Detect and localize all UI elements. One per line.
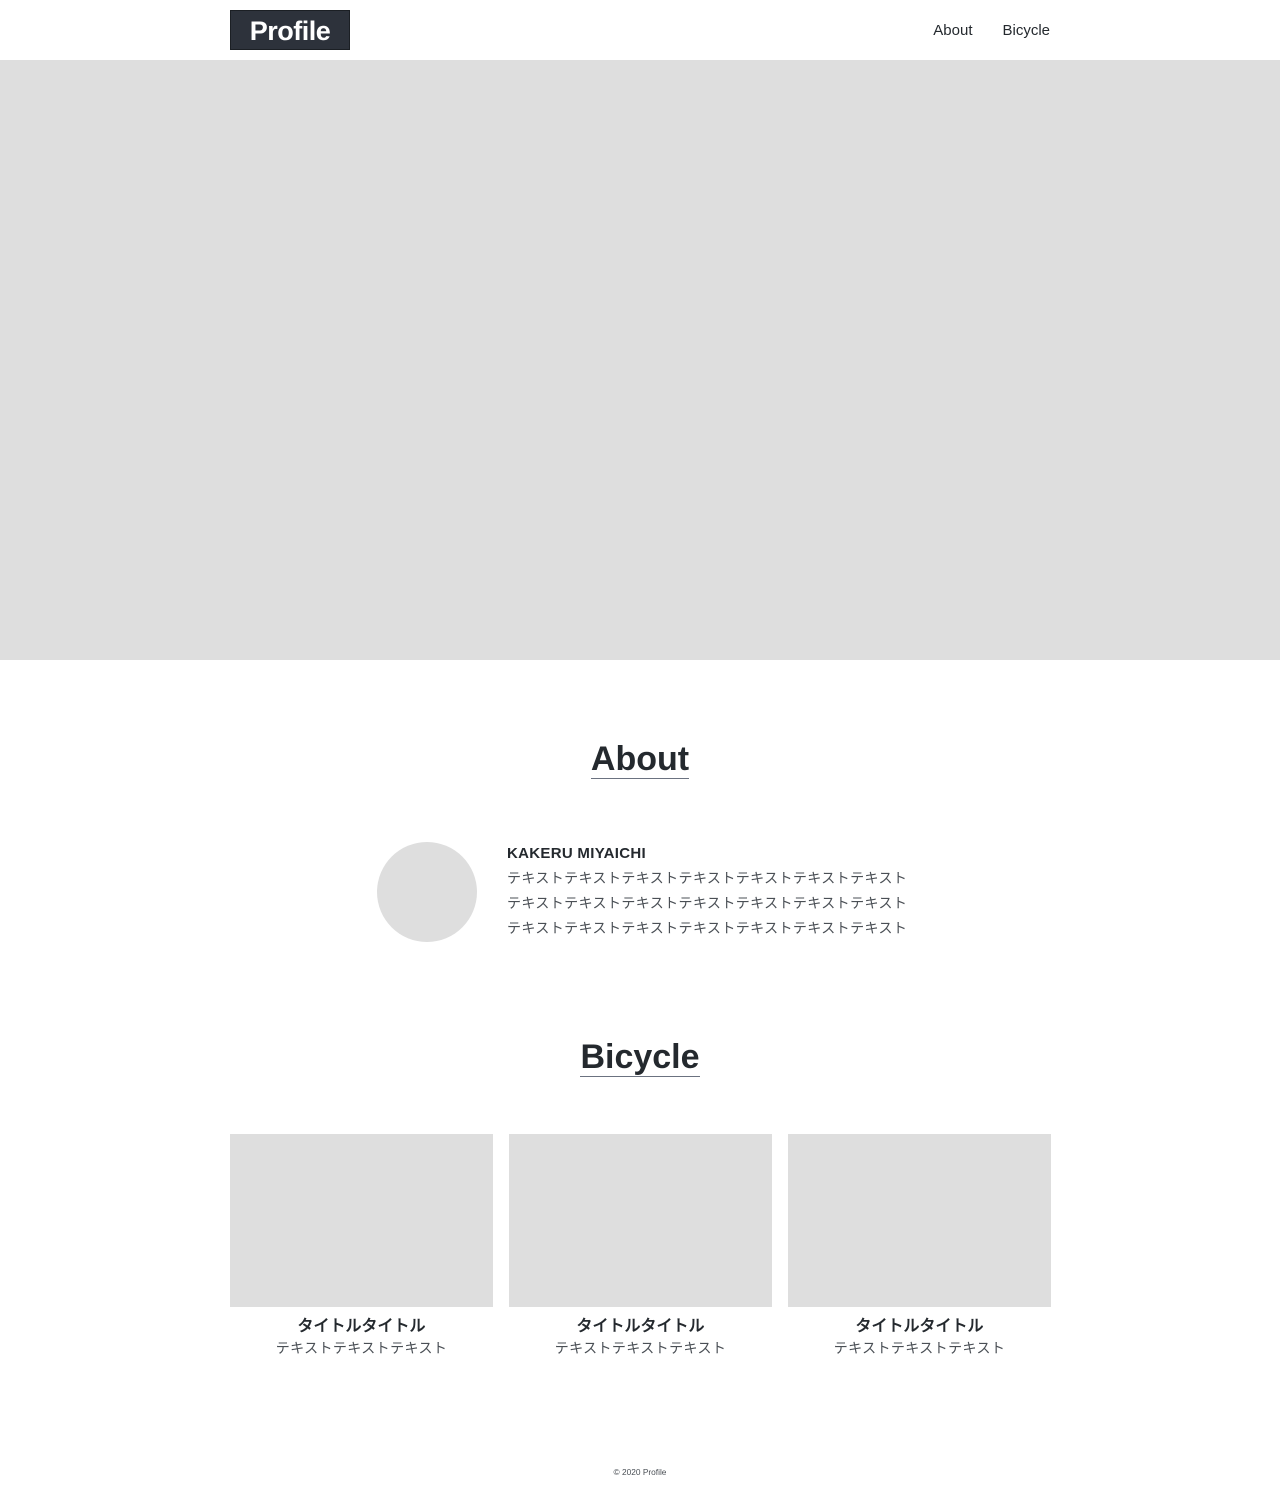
nav-link-bicycle[interactable]: Bicycle [1002, 22, 1050, 39]
bicycle-card: タイトルタイトル テキストテキストテキスト [788, 1134, 1051, 1359]
bicycle-heading-text: Bicycle [580, 1038, 700, 1077]
about-text-block: KAKERU MIYAICHI テキストテキストテキストテキストテキストテキスト… [507, 845, 927, 942]
profile-description-line: テキストテキストテキストテキストテキストテキストテキスト [507, 871, 908, 887]
bicycle-card-text: テキストテキストテキスト [833, 1341, 1006, 1357]
bicycle-card: タイトルタイトル テキストテキストテキスト [230, 1134, 493, 1359]
bicycle-card-text: テキストテキストテキスト [275, 1341, 448, 1357]
site-footer: © 2020 Profile [0, 1467, 1280, 1478]
profile-description-line: テキストテキストテキストテキストテキストテキストテキスト [507, 896, 908, 912]
main-nav: About Bicycle [933, 0, 1050, 60]
bicycle-card-image [788, 1134, 1051, 1307]
avatar [377, 842, 477, 942]
nav-link-about[interactable]: About [933, 22, 972, 39]
bicycle-card: タイトルタイトル テキストテキストテキスト [509, 1134, 772, 1359]
bicycle-card-image [230, 1134, 493, 1307]
profile-description-line: テキストテキストテキストテキストテキストテキストテキスト [507, 921, 908, 937]
page: Profile About Bicycle About KAKERU MIYAI… [0, 0, 1280, 1490]
profile-description: テキストテキストテキストテキストテキストテキストテキスト テキストテキストテキス… [507, 867, 927, 942]
bicycle-card-image [509, 1134, 772, 1307]
bicycle-card-title: タイトルタイトル [855, 1316, 984, 1335]
about-heading: About [0, 740, 1280, 779]
about-heading-text: About [590, 740, 690, 779]
logo-link[interactable]: Profile [230, 10, 350, 50]
bicycle-card-text: テキストテキストテキスト [554, 1341, 727, 1357]
copyright-text: © 2020 Profile [613, 1467, 667, 1477]
site-header: Profile About Bicycle [0, 0, 1280, 60]
hero-image [0, 60, 1280, 660]
bicycle-card-title: タイトルタイトル [576, 1316, 705, 1335]
bicycle-card-title: タイトルタイトル [297, 1316, 426, 1335]
bicycle-heading: Bicycle [0, 1038, 1280, 1077]
profile-name: KAKERU MIYAICHI [507, 845, 646, 862]
